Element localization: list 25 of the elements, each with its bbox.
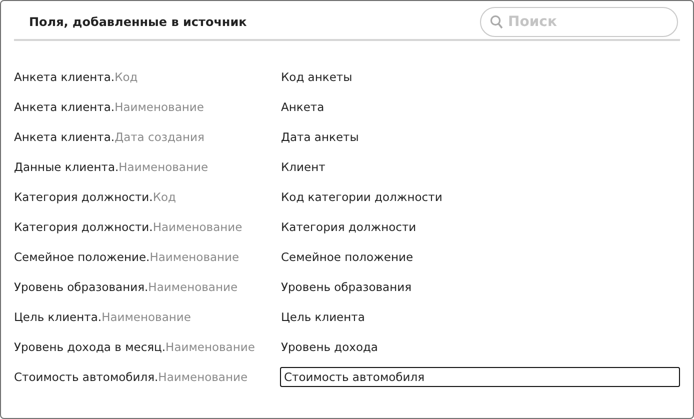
alias-cell[interactable]: Код категории должности: [280, 190, 680, 204]
alias-cell[interactable]: Уровень образования: [280, 280, 680, 294]
search-icon: [490, 14, 503, 28]
source-field-cell-text: Цель клиента.Наименование: [14, 310, 192, 324]
alias-cell[interactable]: Цель клиента: [280, 310, 680, 324]
alias-cell[interactable]: Категория должности: [280, 220, 680, 234]
source-field-cell-text: Стоимость автомобиля.Наименование: [14, 370, 249, 384]
source-field-cell-text: Анкета клиента.Дата создания: [14, 130, 206, 144]
source-field-cell-text: Категория должности.Наименование: [14, 220, 244, 234]
source-field-cell-text: Семейное положение.Наименование: [14, 250, 240, 264]
panel-title: Поля, добавленные в источник: [29, 14, 247, 28]
source-field-cell-text: Анкета клиента.Код: [14, 70, 139, 84]
alias-cell[interactable]: Дата анкеты: [280, 130, 680, 144]
source-field-cell-text: Уровень образования.Наименование: [14, 280, 239, 294]
alias-cell[interactable]: Код анкеты: [280, 70, 680, 84]
search-field[interactable]: Поиск: [480, 6, 678, 36]
alias-cell[interactable]: Анкета: [280, 100, 680, 114]
source-field-cell-text: Анкета клиента.Наименование: [14, 100, 205, 114]
alias-cell[interactable]: Семейное положение: [280, 250, 680, 264]
source-field-cell-text: Категория должности.Код: [14, 190, 177, 204]
source-field-cell-text: Уровень дохода в месяц.Наименование: [14, 340, 256, 354]
alias-input-field[interactable]: Стоимость автомобиля: [280, 367, 680, 387]
source-field-cell-text: Данные клиента.Наименование: [14, 160, 210, 174]
alias-cell[interactable]: Клиент: [280, 160, 680, 174]
alias-cell[interactable]: Уровень дохода: [280, 340, 680, 354]
